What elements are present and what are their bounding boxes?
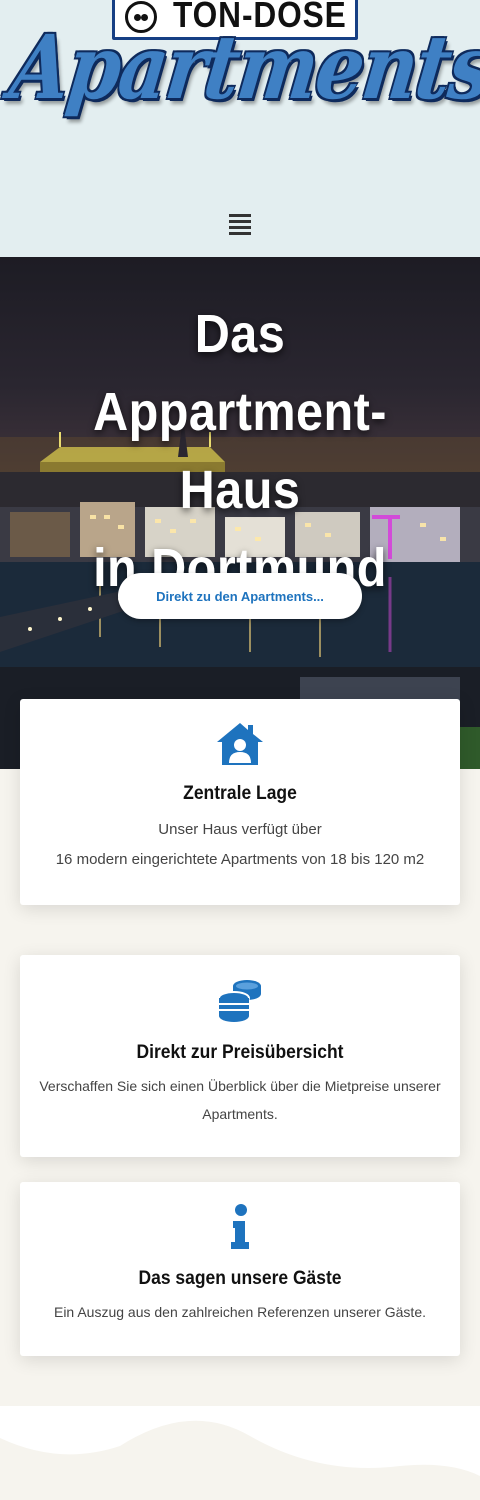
card-title: Direkt zur Preisübersicht <box>136 1042 344 1063</box>
hero-title-line-1: Das Appartment- <box>93 304 387 442</box>
hero-title-line-2: Haus <box>179 460 301 520</box>
card-text-line-2: 16 modern eingerichtete Apartments von 1… <box>55 851 425 868</box>
info-icon <box>231 1204 249 1249</box>
card-preisuebersicht[interactable]: Direkt zur Preisübersicht Verschaffen Si… <box>20 955 460 1157</box>
coins-icon <box>218 980 261 1022</box>
hero-title: Das Appartment- Haus in Dortmund <box>42 295 438 607</box>
card-gaeste-referenzen[interactable]: Das sagen unsere Gäste Ein Auszug aus de… <box>20 1182 460 1356</box>
card-text-line-1: Verschaffen Sie sich einen Überblick übe… <box>39 1078 441 1094</box>
card-text-line-1: Unser Haus verfügt über <box>158 821 322 838</box>
card-text-line-2: Apartments. <box>202 1106 278 1122</box>
site-logo[interactable]: TON-DOSE Apartments <box>0 0 480 140</box>
hamburger-menu-icon[interactable] <box>229 214 251 236</box>
site-header: TON-DOSE Apartments <box>0 0 480 257</box>
apartments-button[interactable]: Direkt zu den Apartments... <box>118 573 362 619</box>
card-title: Zentrale Lage <box>183 783 297 804</box>
card-title: Das sagen unsere Gäste <box>138 1268 342 1289</box>
hero-section: Das Appartment- Haus in Dortmund Direkt … <box>0 257 480 769</box>
card-zentrale-lage: Zentrale Lage Unser Haus verfügt über 16… <box>20 699 460 905</box>
house-user-icon <box>217 723 263 765</box>
card-text-line-1: Ein Auszug aus den zahlreichen Referenze… <box>53 1304 426 1320</box>
wave-divider <box>0 1420 480 1500</box>
logo-script-text: Apartments <box>5 15 480 119</box>
bottom-section <box>0 1406 480 1500</box>
